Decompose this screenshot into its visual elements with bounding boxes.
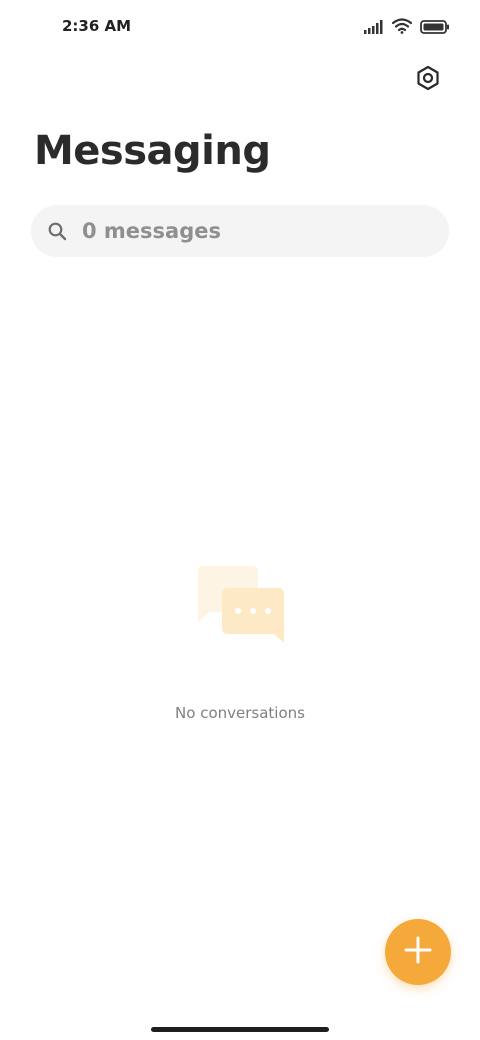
wifi-icon bbox=[391, 18, 413, 38]
chat-bubbles-icon bbox=[196, 566, 286, 646]
gear-icon bbox=[415, 65, 441, 95]
page-title: Messaging bbox=[34, 128, 271, 174]
messaging-screen: 2:36 AM Messaging 0 messages No conversa… bbox=[0, 0, 480, 1040]
home-indicator[interactable] bbox=[151, 1027, 329, 1032]
signal-icon bbox=[364, 19, 384, 38]
search-icon bbox=[47, 221, 67, 241]
status-time: 2:36 AM bbox=[62, 17, 132, 35]
battery-icon bbox=[420, 19, 450, 38]
search-input[interactable] bbox=[82, 219, 402, 243]
new-message-button[interactable] bbox=[385, 919, 451, 985]
status-icons bbox=[364, 18, 450, 38]
settings-button[interactable] bbox=[412, 64, 444, 96]
search-bar[interactable] bbox=[31, 205, 449, 257]
empty-state-text: No conversations bbox=[175, 704, 305, 722]
plus-icon bbox=[404, 936, 432, 968]
status-bar: 2:36 AM bbox=[0, 0, 480, 52]
